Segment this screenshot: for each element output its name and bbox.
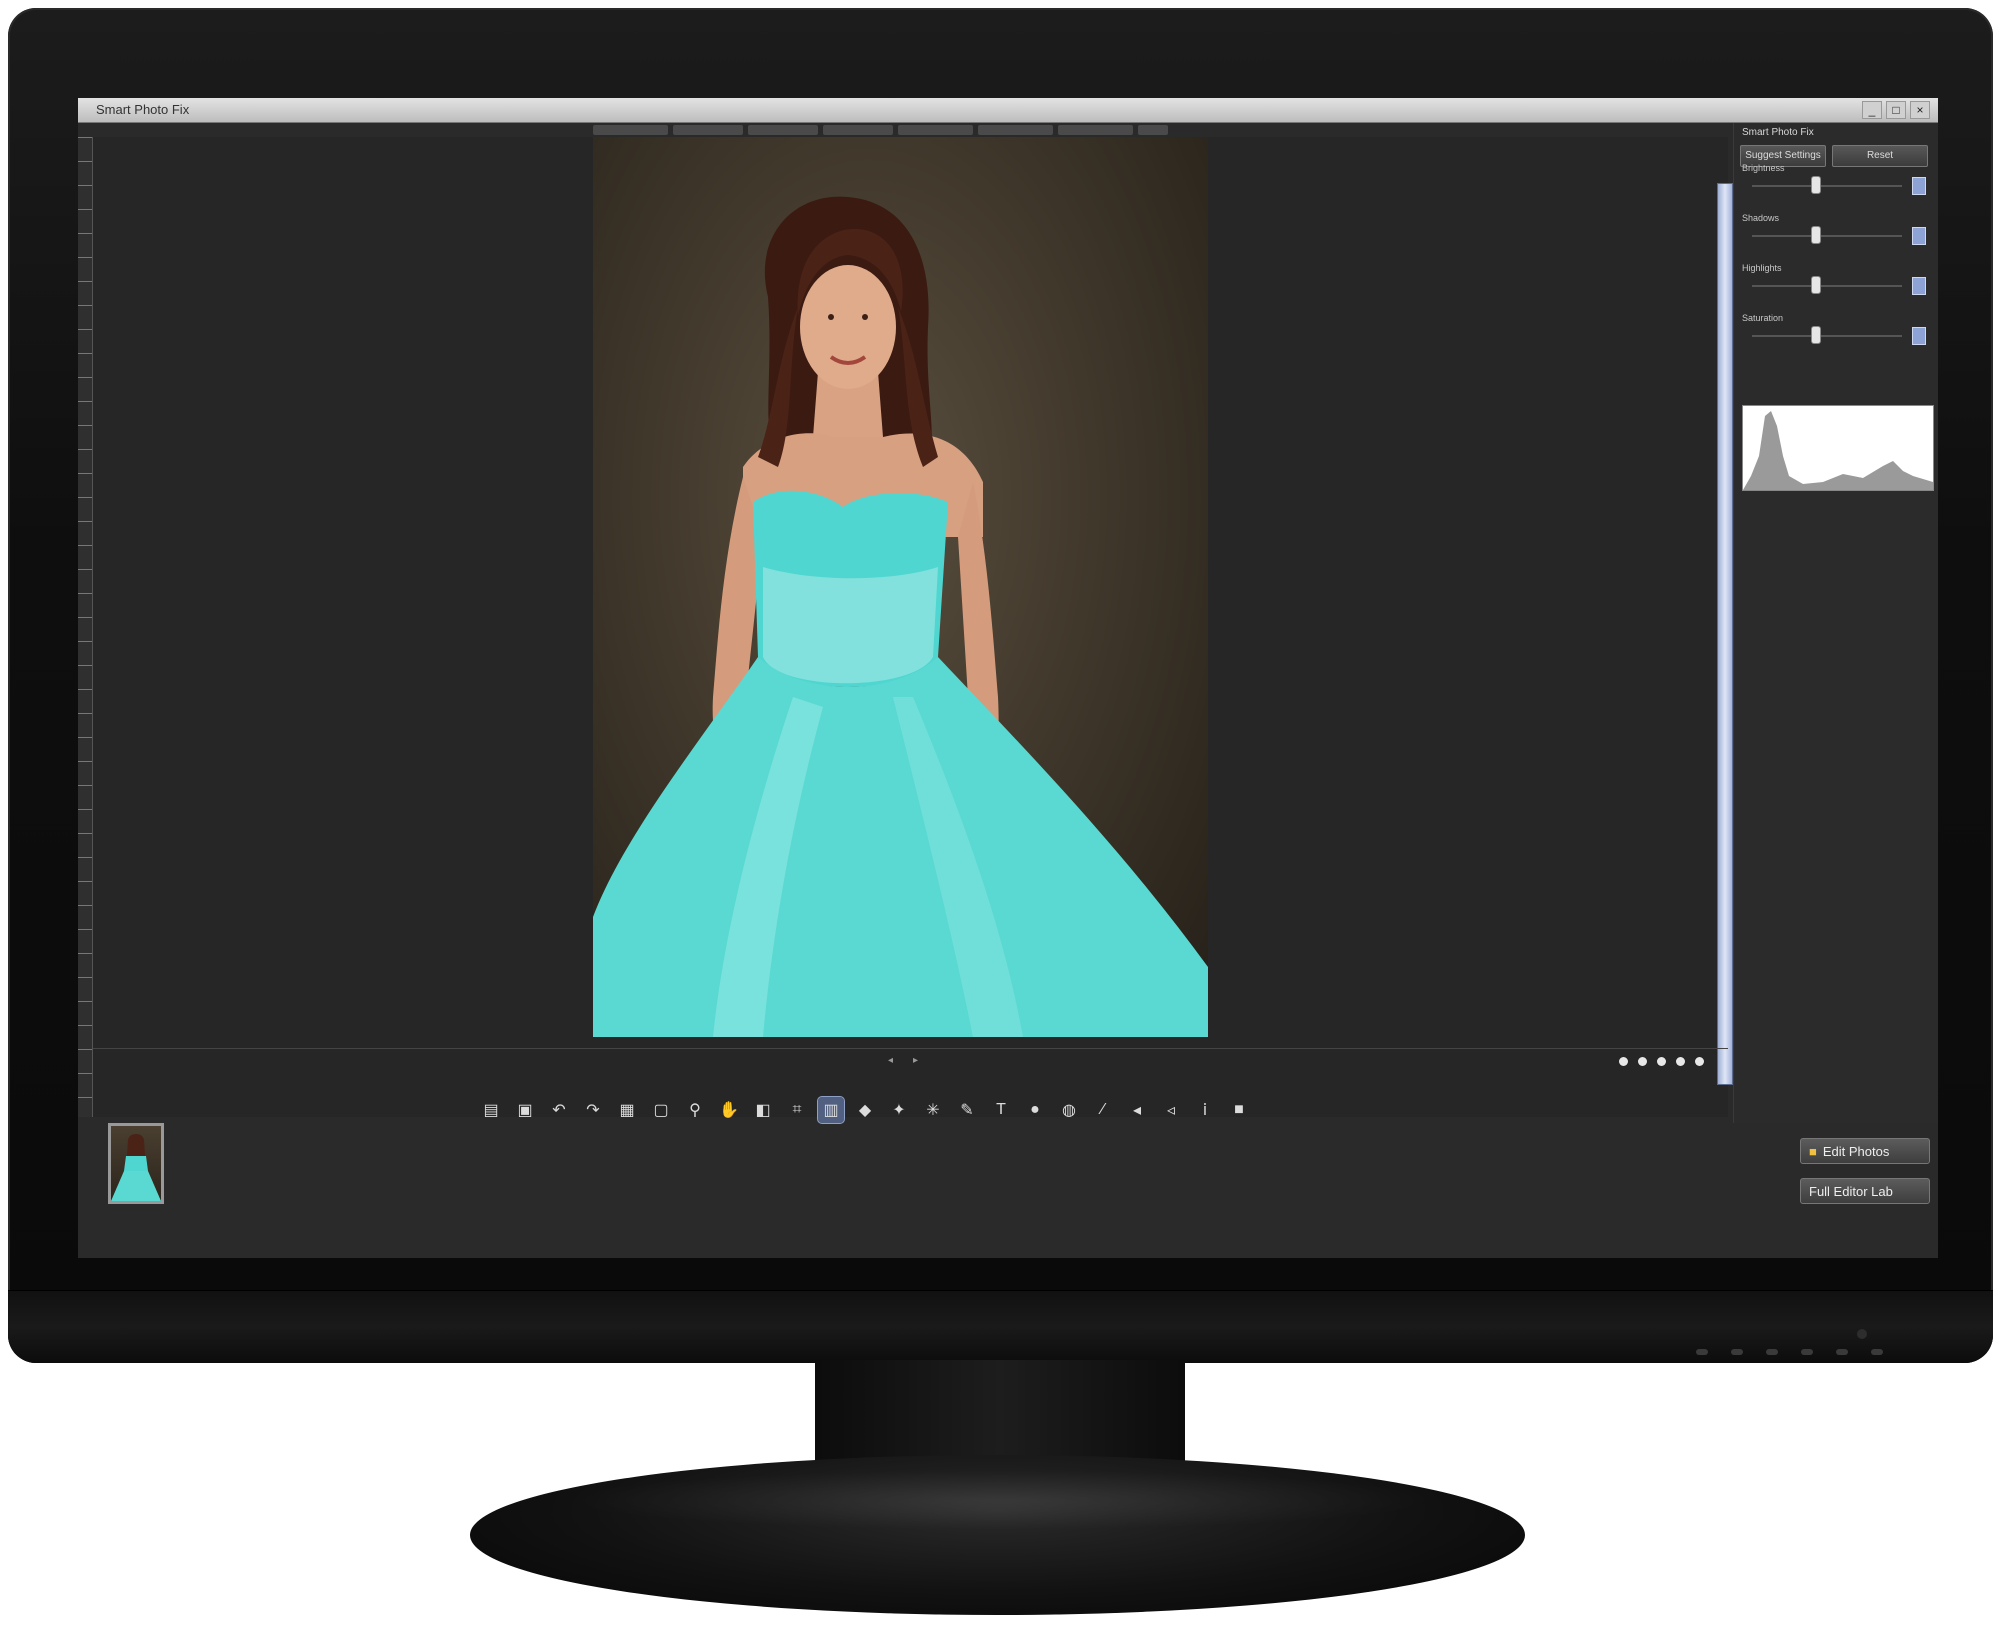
redeye-icon[interactable]: ● xyxy=(1022,1097,1048,1123)
page-arrows: ◂ ▸ xyxy=(888,1055,918,1066)
folder-icon: ■ xyxy=(1809,1143,1817,1159)
close-button[interactable]: × xyxy=(1910,101,1930,119)
view-dot[interactable] xyxy=(1657,1057,1666,1066)
view-dot[interactable] xyxy=(1619,1057,1628,1066)
slider-brightness[interactable]: Brightness xyxy=(1742,163,1932,199)
zoom-icon[interactable]: ⚲ xyxy=(682,1097,708,1123)
color-icon[interactable]: ◆ xyxy=(852,1097,878,1123)
menu-tab[interactable] xyxy=(1058,125,1133,135)
globe-icon[interactable]: ◍ xyxy=(1056,1097,1082,1123)
menu-tab[interactable] xyxy=(823,125,893,135)
title-bar: Smart Photo Fix _ □ × xyxy=(78,98,1938,123)
save-icon[interactable]: ▣ xyxy=(512,1097,538,1123)
slider-label: Shadows xyxy=(1742,213,1780,223)
maximize-button[interactable]: □ xyxy=(1886,101,1906,119)
power-led xyxy=(1857,1329,1867,1339)
slider-track[interactable] xyxy=(1752,185,1902,187)
view-dots xyxy=(1619,1057,1704,1066)
smart-photo-fix-panel: Smart Photo Fix Suggest Settings Reset B… xyxy=(1733,123,1938,1123)
menu-tab[interactable] xyxy=(978,125,1053,135)
smart-fix-icon[interactable]: ▥ xyxy=(817,1096,845,1124)
slider-handle[interactable] xyxy=(1812,227,1820,243)
clone-icon[interactable]: ◃ xyxy=(1158,1097,1184,1123)
menu-tab[interactable] xyxy=(1138,125,1168,135)
view-dot[interactable] xyxy=(1638,1057,1647,1066)
full-editor-label: Full Editor Lab xyxy=(1809,1183,1893,1199)
menu-tab[interactable] xyxy=(673,125,743,135)
full-editor-button[interactable]: Full Editor Lab xyxy=(1800,1178,1930,1204)
slider-value-box[interactable] xyxy=(1912,327,1926,345)
portrait-illustration xyxy=(593,196,1208,1037)
window-controls: _ □ × xyxy=(1862,101,1930,119)
redo-icon[interactable]: ↷ xyxy=(580,1097,606,1123)
monitor-bezel: Smart Photo Fix _ □ × ◂ ▸ ▤ ▣ ↶ ↷ ▦ ▢ ⚲ … xyxy=(8,8,1993,1363)
undo-icon[interactable]: ↶ xyxy=(546,1097,572,1123)
menu-tab[interactable] xyxy=(593,125,668,135)
image-canvas[interactable] xyxy=(93,137,1733,1117)
screen: Smart Photo Fix _ □ × ◂ ▸ ▤ ▣ ↶ ↷ ▦ ▢ ⚲ … xyxy=(78,98,1938,1258)
monitor-button xyxy=(1871,1349,1883,1355)
slider-handle[interactable] xyxy=(1812,327,1820,343)
window-title: Smart Photo Fix xyxy=(96,102,190,117)
panel-title: Smart Photo Fix xyxy=(1742,127,1814,138)
slider-track[interactable] xyxy=(1752,285,1902,287)
slider-value-box[interactable] xyxy=(1912,277,1926,295)
vertical-ruler xyxy=(78,137,93,1117)
crop-icon[interactable]: ⌗ xyxy=(784,1097,810,1123)
histogram xyxy=(1742,405,1934,491)
menu-strip xyxy=(78,123,1733,137)
edit-photos-label: Edit Photos xyxy=(1822,1143,1890,1159)
slider-track[interactable] xyxy=(1752,335,1902,337)
monitor-button xyxy=(1836,1349,1848,1355)
minimize-button[interactable]: _ xyxy=(1862,101,1882,119)
slider-handle[interactable] xyxy=(1812,277,1820,293)
export-icon[interactable]: ■ xyxy=(1226,1097,1252,1123)
monitor-bottom-bezel xyxy=(8,1290,1993,1363)
view-dot[interactable] xyxy=(1676,1057,1685,1066)
fit-icon[interactable]: ▢ xyxy=(648,1097,674,1123)
pan-icon[interactable]: ✋ xyxy=(716,1097,742,1123)
pen-icon[interactable]: ✎ xyxy=(954,1097,980,1123)
monitor-button xyxy=(1766,1349,1778,1355)
slider-shadows[interactable]: Shadows xyxy=(1742,213,1932,249)
magic-icon[interactable]: ✦ xyxy=(886,1097,912,1123)
slider-handle[interactable] xyxy=(1812,177,1820,193)
text-icon[interactable]: T xyxy=(988,1097,1014,1123)
slider-label: Saturation xyxy=(1742,313,1784,323)
compare-icon[interactable]: ◧ xyxy=(750,1097,776,1123)
info-icon[interactable]: ⅰ xyxy=(1192,1097,1218,1123)
slider-label: Brightness xyxy=(1742,163,1785,173)
star-icon[interactable]: ✳ xyxy=(920,1097,946,1123)
canvas-footer: ◂ ▸ xyxy=(93,1048,1728,1073)
monitor-button xyxy=(1801,1349,1813,1355)
edit-photos-button[interactable]: ■ Edit Photos xyxy=(1800,1138,1930,1164)
thumbnail-preview xyxy=(111,1134,161,1201)
slider-label: Highlights xyxy=(1742,263,1782,273)
slider-saturation[interactable]: Saturation xyxy=(1742,313,1932,349)
photo[interactable] xyxy=(593,137,1208,1037)
slider-value-box[interactable] xyxy=(1912,177,1926,195)
slider-value-box[interactable] xyxy=(1912,227,1926,245)
open-icon[interactable]: ▤ xyxy=(478,1097,504,1123)
histogram-graph xyxy=(1743,411,1933,490)
retouch-icon[interactable]: ◂ xyxy=(1124,1097,1150,1123)
monitor-button xyxy=(1696,1349,1708,1355)
slider-track[interactable] xyxy=(1752,235,1902,237)
menu-tab[interactable] xyxy=(748,125,818,135)
brush-icon[interactable]: ∕ xyxy=(1090,1097,1116,1123)
stand-highlight xyxy=(560,1470,1440,1530)
tool-palette: ▤ ▣ ↶ ↷ ▦ ▢ ⚲ ✋ ◧ ⌗ ▥ ◆ ✦ ✳ ✎ T ● ◍ ∕ ◂ ◃ ⅰ ■ xyxy=(478,1093,1252,1127)
grid-icon[interactable]: ▦ xyxy=(614,1097,640,1123)
prev-arrow-icon[interactable]: ◂ xyxy=(888,1055,893,1066)
menu-tab[interactable] xyxy=(898,125,973,135)
vertical-scrollbar[interactable] xyxy=(1717,183,1733,1085)
monitor-button xyxy=(1731,1349,1743,1355)
photo-thumbnail[interactable] xyxy=(108,1123,164,1204)
view-dot[interactable] xyxy=(1695,1057,1704,1066)
slider-highlights[interactable]: Highlights xyxy=(1742,263,1932,299)
next-arrow-icon[interactable]: ▸ xyxy=(913,1055,918,1066)
